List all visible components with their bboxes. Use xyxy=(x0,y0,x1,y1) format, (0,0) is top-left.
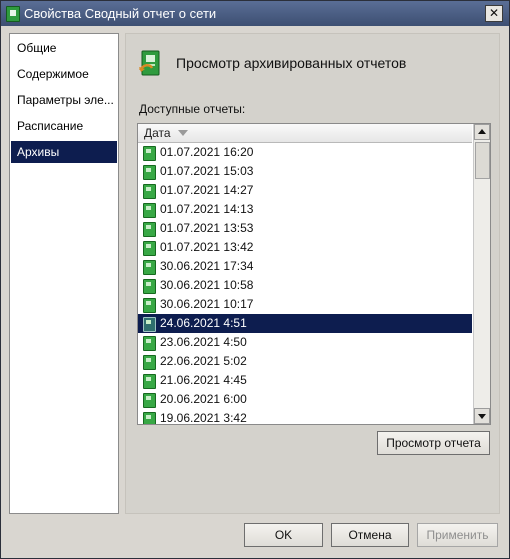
report-icon xyxy=(143,393,156,408)
close-button[interactable]: ✕ xyxy=(485,5,503,22)
panel-header-title: Просмотр архивированных отчетов xyxy=(176,55,407,71)
report-icon xyxy=(143,241,156,256)
report-row[interactable]: 01.07.2021 15:03 xyxy=(138,162,472,181)
report-icon xyxy=(143,374,156,389)
report-date: 01.07.2021 16:20 xyxy=(160,145,254,159)
report-icon xyxy=(143,165,156,180)
apply-button[interactable]: Применить xyxy=(417,523,498,547)
list-scrollbar[interactable] xyxy=(473,124,490,424)
title-bar[interactable]: Свойства Сводный отчет о сети ✕ xyxy=(1,1,509,26)
report-row[interactable]: 22.06.2021 5:02 xyxy=(138,352,472,371)
report-date: 01.07.2021 13:42 xyxy=(160,240,254,254)
report-icon xyxy=(143,260,156,275)
report-icon xyxy=(143,336,156,351)
report-date: 01.07.2021 14:13 xyxy=(160,202,254,216)
view-report-button[interactable]: Просмотр отчета xyxy=(377,431,490,455)
report-row-selected[interactable]: 24.06.2021 4:51 xyxy=(138,314,472,333)
report-date: 21.06.2021 4:45 xyxy=(160,373,247,387)
report-row[interactable]: 20.06.2021 6:00 xyxy=(138,390,472,409)
report-icon xyxy=(143,317,156,332)
report-date: 22.06.2021 5:02 xyxy=(160,354,247,368)
archive-report-icon xyxy=(138,50,160,76)
report-icon xyxy=(143,355,156,370)
report-row[interactable]: 23.06.2021 4:50 xyxy=(138,333,472,352)
report-row[interactable]: 30.06.2021 10:17 xyxy=(138,295,472,314)
report-date: 30.06.2021 10:17 xyxy=(160,297,254,311)
nav-item-general[interactable]: Общие xyxy=(11,37,117,59)
report-date: 01.07.2021 14:27 xyxy=(160,183,254,197)
report-icon xyxy=(143,298,156,313)
scroll-up-button[interactable] xyxy=(474,124,490,140)
column-date-label: Дата xyxy=(144,126,171,140)
ok-button[interactable]: OK xyxy=(244,523,323,547)
report-row[interactable]: 21.06.2021 4:45 xyxy=(138,371,472,390)
reports-list[interactable]: Дата 01.07.2021 16:20 01.07.2021 15:03 0… xyxy=(137,123,491,425)
report-rows: 01.07.2021 16:20 01.07.2021 15:03 01.07.… xyxy=(138,143,472,425)
report-row[interactable]: 01.07.2021 14:13 xyxy=(138,200,472,219)
report-icon xyxy=(143,203,156,218)
nav-item-archives[interactable]: Архивы xyxy=(11,141,117,163)
report-row[interactable]: 01.07.2021 16:20 xyxy=(138,143,472,162)
report-row[interactable]: 01.07.2021 13:42 xyxy=(138,238,472,257)
report-date: 23.06.2021 4:50 xyxy=(160,335,247,349)
scroll-thumb[interactable] xyxy=(475,142,490,179)
archives-panel: Просмотр архивированных отчетов Доступны… xyxy=(125,33,500,514)
report-icon xyxy=(143,184,156,199)
report-date: 19.06.2021 3:42 xyxy=(160,411,247,425)
list-column-header[interactable]: Дата xyxy=(138,124,472,143)
sort-desc-icon xyxy=(178,130,188,136)
report-date: 24.06.2021 4:51 xyxy=(160,316,247,330)
report-date: 30.06.2021 10:58 xyxy=(160,278,254,292)
report-row[interactable]: 30.06.2021 17:34 xyxy=(138,257,472,276)
report-date: 30.06.2021 17:34 xyxy=(160,259,254,273)
report-date: 01.07.2021 15:03 xyxy=(160,164,254,178)
report-icon xyxy=(143,146,156,161)
report-icon xyxy=(143,222,156,237)
window-title: Свойства Сводный отчет о сети xyxy=(24,6,217,21)
report-row[interactable]: 30.06.2021 10:58 xyxy=(138,276,472,295)
report-date: 20.06.2021 6:00 xyxy=(160,392,247,406)
report-row[interactable]: 19.06.2021 3:42 xyxy=(138,409,472,425)
report-date: 01.07.2021 13:53 xyxy=(160,221,254,235)
report-icon xyxy=(143,412,156,424)
nav-list: Общие Содержимое Параметры эле... Распис… xyxy=(9,33,119,514)
report-icon xyxy=(143,279,156,294)
cancel-button[interactable]: Отмена xyxy=(331,523,409,547)
properties-window: Свойства Сводный отчет о сети ✕ Общие Со… xyxy=(0,0,510,559)
report-app-icon xyxy=(6,6,20,22)
nav-item-element-params[interactable]: Параметры эле... xyxy=(11,89,117,111)
report-row[interactable]: 01.07.2021 14:27 xyxy=(138,181,472,200)
scroll-down-button[interactable] xyxy=(474,408,490,424)
available-reports-label: Доступные отчеты: xyxy=(139,102,246,116)
report-row[interactable]: 01.07.2021 13:53 xyxy=(138,219,472,238)
nav-item-schedule[interactable]: Расписание xyxy=(11,115,117,137)
nav-item-contents[interactable]: Содержимое xyxy=(11,63,117,85)
